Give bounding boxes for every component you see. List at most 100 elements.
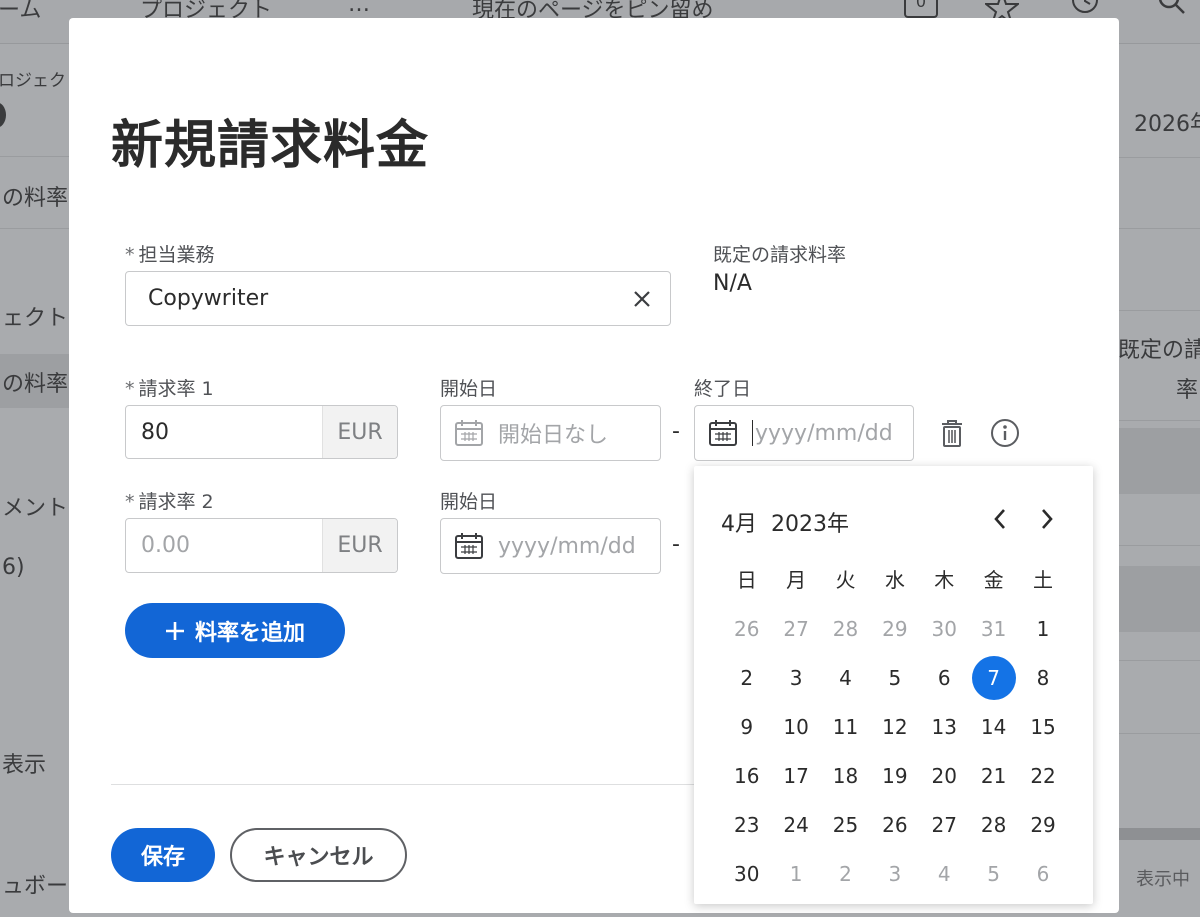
chevron-right-icon bbox=[1042, 509, 1053, 529]
calendar-day-label: 27 bbox=[931, 813, 957, 837]
calendar-day-label: 4 bbox=[937, 862, 951, 886]
calendar-day-label: 2 bbox=[740, 666, 754, 690]
calendar-day[interactable]: 29 bbox=[870, 609, 919, 649]
calendar-day-label: 30 bbox=[931, 617, 957, 641]
calendar-day-label: 11 bbox=[832, 715, 859, 739]
calendar-day[interactable]: 28 bbox=[821, 609, 870, 649]
rate-2-currency: EUR bbox=[322, 519, 397, 572]
calendar-day[interactable]: 3 bbox=[870, 854, 919, 894]
info-icon[interactable] bbox=[990, 418, 1020, 448]
calendar-day-label: 22 bbox=[1030, 764, 1056, 788]
calendar-week-row: 2 3 4 5 6 7 8 bbox=[722, 656, 1068, 707]
rate-2-start-date-input[interactable]: yyyy/mm/dd bbox=[440, 518, 661, 574]
calendar-day[interactable]: 21 bbox=[969, 756, 1018, 796]
calendar-icon[interactable] bbox=[454, 418, 484, 448]
bg-avatar bbox=[0, 102, 6, 128]
calendar-day[interactable]: 6 bbox=[1018, 854, 1067, 894]
bg-left-comment: メント bbox=[2, 496, 69, 521]
rate-1-end-date-input[interactable]: yyyy/mm/dd bbox=[694, 405, 914, 461]
calendar-day[interactable]: 12 bbox=[870, 707, 919, 747]
calendar-day[interactable]: 11 bbox=[821, 707, 870, 747]
calendar-day[interactable]: 22 bbox=[1018, 756, 1067, 796]
rate-1-start-date-input[interactable]: 開始日なし bbox=[440, 405, 661, 461]
calendar-day[interactable]: 25 bbox=[821, 805, 870, 845]
calendar-day[interactable]: 26 bbox=[722, 609, 771, 649]
calendar-day-label: 4 bbox=[839, 666, 852, 690]
calendar-day[interactable]: 13 bbox=[920, 707, 969, 747]
required-mark: * bbox=[125, 491, 135, 513]
calendar-day[interactable]: 6 bbox=[920, 658, 969, 698]
calendar-day[interactable]: 17 bbox=[771, 756, 820, 796]
calendar-day[interactable]: 27 bbox=[771, 609, 820, 649]
bg-left-project-2: ェクト bbox=[2, 306, 69, 331]
calendar-day[interactable]: 1 bbox=[1018, 609, 1067, 649]
calendar-day[interactable]: 29 bbox=[1018, 805, 1067, 845]
calendar-day[interactable]: 5 bbox=[969, 854, 1018, 894]
calendar-day[interactable]: 30 bbox=[722, 854, 771, 894]
calendar-day-label: 9 bbox=[740, 715, 754, 739]
rate-1-label: * 請求率 1 bbox=[125, 378, 214, 400]
calendar-month-year: 4月 2023年 bbox=[721, 506, 849, 538]
calendar-day[interactable]: 20 bbox=[920, 756, 969, 796]
calendar-day[interactable]: 30 bbox=[920, 609, 969, 649]
bg-right-default-rate: 既定の請 bbox=[1118, 338, 1200, 363]
clear-icon[interactable] bbox=[632, 289, 652, 309]
calendar-day[interactable]: 4 bbox=[920, 854, 969, 894]
calendar-day[interactable]: 10 bbox=[771, 707, 820, 747]
weekday-header: 水 bbox=[884, 568, 905, 592]
calendar-day[interactable]: 26 bbox=[870, 805, 919, 845]
calendar-day[interactable]: 2 bbox=[722, 658, 771, 698]
calendar-day[interactable]: 31 bbox=[969, 609, 1018, 649]
calendar-day[interactable]: 16 bbox=[722, 756, 771, 796]
calendar-day[interactable]: 8 bbox=[1018, 658, 1067, 698]
next-month-button[interactable] bbox=[1035, 504, 1059, 534]
weekday-header: 火 bbox=[835, 568, 856, 592]
calendar-day-label: 2 bbox=[839, 862, 852, 886]
role-label: * 担当業務 bbox=[125, 244, 215, 266]
rate-1-start-value: 開始日なし bbox=[498, 423, 609, 448]
previous-month-button[interactable] bbox=[988, 504, 1012, 534]
calendar-icon[interactable] bbox=[708, 418, 738, 448]
calendar-day[interactable]: 4 bbox=[821, 658, 870, 698]
rate-2-label: * 請求率 2 bbox=[125, 491, 214, 513]
calendar-day-label: 13 bbox=[931, 715, 957, 739]
rate-2-start-label: 開始日 bbox=[440, 491, 498, 513]
calendar-day-label: 21 bbox=[980, 764, 1007, 788]
calendar-day[interactable]: 18 bbox=[821, 756, 870, 796]
bg-right-year: 2026年 bbox=[1134, 112, 1200, 137]
calendar-day-label: 3 bbox=[789, 666, 803, 690]
calendar-day[interactable]: 23 bbox=[722, 805, 771, 845]
calendar-grid: 日月火水木金土 26 27 28 29 30 31 1 2 3 4 5 6 7 8 9 10 11 12 13 14 15… bbox=[722, 560, 1068, 903]
calendar-day-label: 6 bbox=[1036, 862, 1050, 886]
save-button[interactable]: 保存 bbox=[111, 828, 215, 882]
calendar-day[interactable]: 2 bbox=[821, 854, 870, 894]
chevron-left-icon bbox=[994, 509, 1005, 529]
calendar-day-label: 29 bbox=[882, 617, 908, 641]
rate-2-input[interactable]: 0.00 EUR bbox=[125, 518, 398, 573]
calendar-week-row: 23 24 25 26 27 28 29 bbox=[722, 805, 1068, 854]
rate-2-start-placeholder: yyyy/mm/dd bbox=[498, 533, 636, 559]
calendar-day[interactable]: 15 bbox=[1018, 707, 1067, 747]
trash-icon[interactable] bbox=[939, 418, 965, 448]
rate-1-currency: EUR bbox=[322, 406, 397, 458]
calendar-day[interactable]: 9 bbox=[722, 707, 771, 747]
cancel-button[interactable]: キャンセル bbox=[230, 828, 407, 882]
calendar-day[interactable]: 19 bbox=[870, 756, 919, 796]
calendar-day[interactable]: 5 bbox=[870, 658, 919, 698]
calendar-day-selected[interactable]: 7 bbox=[969, 656, 1018, 700]
calendar-day[interactable]: 24 bbox=[771, 805, 820, 845]
calendar-day[interactable]: 3 bbox=[771, 658, 820, 698]
calendar-day-label: 5 bbox=[987, 862, 1001, 886]
bg-history-icon bbox=[1072, 0, 1098, 13]
add-rate-button[interactable]: 料率を追加 bbox=[125, 603, 345, 658]
role-select[interactable]: Copywriter bbox=[125, 271, 671, 326]
required-mark: * bbox=[125, 378, 135, 400]
rate-1-input[interactable]: 80 EUR bbox=[125, 405, 398, 459]
calendar-day[interactable]: 28 bbox=[969, 805, 1018, 845]
calendar-icon[interactable] bbox=[454, 531, 484, 561]
calendar-day[interactable]: 14 bbox=[969, 707, 1018, 747]
bg-search-icon bbox=[1158, 0, 1185, 14]
calendar-day[interactable]: 27 bbox=[920, 805, 969, 845]
calendar-weekday-row: 日月火水木金土 bbox=[722, 560, 1068, 609]
calendar-day[interactable]: 1 bbox=[771, 854, 820, 894]
